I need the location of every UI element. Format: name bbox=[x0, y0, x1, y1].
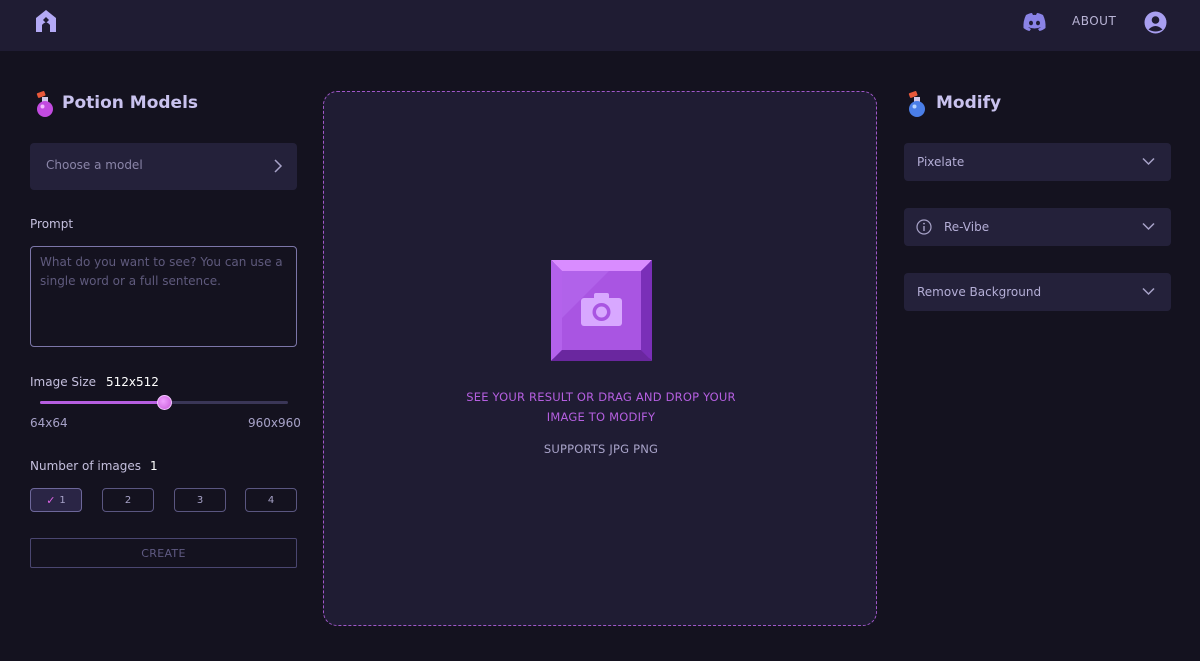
image-size-value: 512x512 bbox=[106, 375, 159, 389]
image-size-max: 960x960 bbox=[248, 416, 301, 430]
potion-icon bbox=[908, 91, 925, 117]
drop-instruction-line2: IMAGE TO MODIFY bbox=[546, 410, 656, 424]
modify-item-label: Pixelate bbox=[917, 155, 965, 169]
image-dropzone[interactable]: SEE YOUR RESULT OR DRAG AND DROP YOUR IM… bbox=[323, 91, 877, 626]
chevron-down-icon bbox=[1142, 157, 1155, 166]
num-images-option-3[interactable]: 3 bbox=[174, 488, 226, 512]
model-select-placeholder: Choose a model bbox=[46, 158, 143, 172]
num-option-label: 2 bbox=[124, 494, 132, 506]
prompt-input[interactable] bbox=[30, 246, 297, 347]
check-icon: ✓ bbox=[46, 493, 56, 507]
top-bar: ABOUT bbox=[0, 0, 1200, 51]
chevron-right-icon bbox=[274, 159, 283, 173]
prompt-label: Prompt bbox=[30, 217, 74, 231]
image-size-slider[interactable] bbox=[40, 395, 288, 410]
num-images-option-4[interactable]: 4 bbox=[245, 488, 297, 512]
logo-icon[interactable] bbox=[32, 8, 60, 34]
create-button[interactable]: CREATE bbox=[30, 538, 297, 568]
supported-formats: SUPPORTS JPG PNG bbox=[543, 442, 659, 456]
image-size-label: Image Size bbox=[30, 375, 97, 389]
discord-icon[interactable] bbox=[1022, 12, 1047, 32]
chevron-down-icon bbox=[1142, 222, 1155, 231]
num-option-label: 1 bbox=[59, 494, 66, 506]
potion-icon bbox=[36, 91, 53, 117]
chevron-down-icon bbox=[1142, 287, 1155, 296]
user-account-icon[interactable] bbox=[1144, 11, 1167, 34]
image-size-min: 64x64 bbox=[30, 416, 68, 430]
drop-instruction-line1: SEE YOUR RESULT OR DRAG AND DROP YOUR bbox=[466, 390, 736, 404]
num-images-option-1[interactable]: ✓ 1 bbox=[30, 488, 82, 512]
camera-gem-icon bbox=[551, 260, 652, 361]
about-link[interactable]: ABOUT bbox=[1072, 14, 1116, 28]
modify-pixelate[interactable]: Pixelate bbox=[904, 143, 1171, 181]
modify-remove-background[interactable]: Remove Background bbox=[904, 273, 1171, 311]
num-option-label: 3 bbox=[196, 494, 204, 506]
num-images-label: Number of images bbox=[30, 459, 142, 473]
model-select[interactable]: Choose a model bbox=[30, 143, 297, 190]
potion-models-title: Potion Models bbox=[62, 93, 199, 113]
modify-title: Modify bbox=[936, 93, 1002, 113]
modify-re-vibe[interactable]: Re-Vibe bbox=[904, 208, 1171, 246]
slider-fill bbox=[40, 401, 164, 404]
info-icon[interactable] bbox=[916, 219, 932, 235]
modify-item-label: Remove Background bbox=[917, 285, 1042, 299]
slider-thumb[interactable] bbox=[156, 395, 172, 410]
num-images-option-2[interactable]: 2 bbox=[102, 488, 154, 512]
num-option-label: 4 bbox=[267, 494, 275, 506]
num-images-value: 1 bbox=[150, 459, 158, 473]
modify-item-label: Re-Vibe bbox=[944, 220, 990, 234]
